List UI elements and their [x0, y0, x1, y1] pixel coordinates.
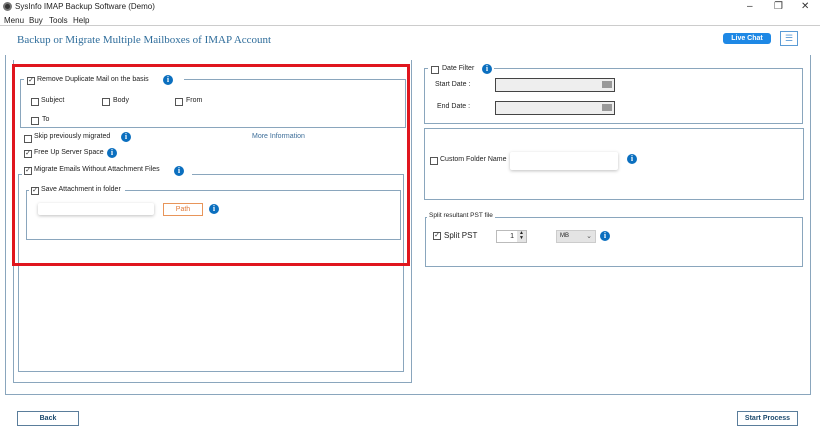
- split-pst-group: [425, 217, 803, 267]
- split-unit-select[interactable]: MB ⌄: [556, 230, 596, 243]
- menu-bar: [0, 14, 820, 26]
- split-pst-label: Split PST: [444, 231, 478, 240]
- calendar-icon[interactable]: [602, 104, 612, 111]
- end-date-label: End Date :: [437, 103, 471, 110]
- menu-tools[interactable]: Tools: [49, 16, 68, 25]
- split-group-label: Split resultant PST file: [427, 212, 495, 219]
- restore-button[interactable]: ❐: [774, 1, 783, 12]
- info-icon[interactable]: i: [482, 64, 492, 74]
- app-logo-icon: [3, 2, 12, 11]
- custom-folder-input[interactable]: [510, 152, 618, 170]
- title-bar: SysInfo IMAP Backup Software (Demo) – ❐ …: [0, 0, 820, 14]
- start-date-field[interactable]: [495, 78, 615, 92]
- calendar-icon[interactable]: [602, 81, 612, 88]
- menu-buy[interactable]: Buy: [29, 16, 43, 25]
- window-title: SysInfo IMAP Backup Software (Demo): [15, 2, 155, 11]
- split-size-stepper[interactable]: 1 ▲ ▼: [496, 230, 527, 243]
- menu-menu[interactable]: Menu: [4, 16, 24, 25]
- back-button[interactable]: Back: [17, 411, 79, 426]
- info-icon[interactable]: i: [600, 231, 610, 241]
- close-button[interactable]: ✕: [801, 1, 809, 12]
- custom-folder-label: Custom Folder Name: [440, 156, 507, 163]
- chevron-down-icon: ⌄: [586, 233, 592, 240]
- menu-help[interactable]: Help: [73, 16, 89, 25]
- start-date-label: Start Date :: [435, 81, 471, 88]
- split-size-value: 1: [510, 233, 514, 240]
- hamburger-menu-icon[interactable]: ☰: [780, 31, 798, 46]
- stepper-arrows-icon[interactable]: ▲ ▼: [517, 231, 526, 242]
- date-filter-label: Date Filter: [442, 65, 475, 72]
- minimize-button[interactable]: –: [747, 1, 753, 12]
- date-filter-checkbox[interactable]: [431, 66, 439, 74]
- start-process-button[interactable]: Start Process: [737, 411, 798, 426]
- live-chat-button[interactable]: Live Chat: [723, 33, 771, 44]
- split-unit-value: MB: [560, 233, 569, 239]
- highlight-box: [12, 64, 410, 266]
- date-filter-group: [424, 68, 803, 124]
- custom-folder-checkbox[interactable]: [430, 157, 438, 165]
- end-date-field[interactable]: [495, 101, 615, 115]
- page-title: Backup or Migrate Multiple Mailboxes of …: [17, 34, 272, 46]
- info-icon[interactable]: i: [627, 154, 637, 164]
- split-pst-checkbox[interactable]: ✓: [433, 232, 441, 240]
